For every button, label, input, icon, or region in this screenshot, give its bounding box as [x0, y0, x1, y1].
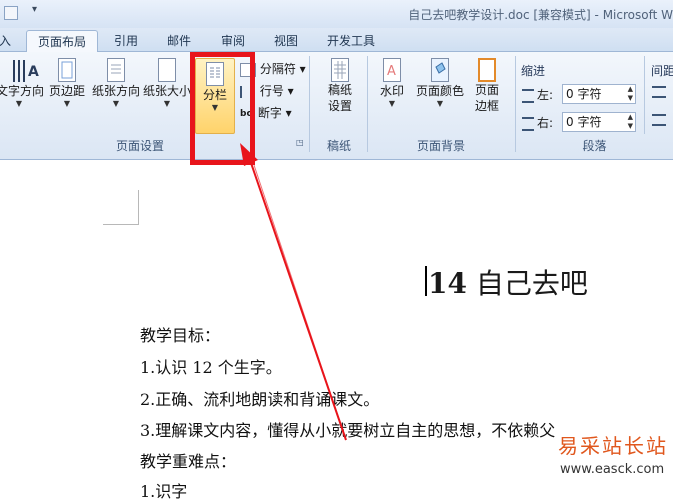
site-watermark-logo: 易采站长站: [558, 434, 668, 458]
annotation-arrow: [240, 143, 347, 441]
site-watermark-url: www.easck.com: [560, 462, 665, 477]
